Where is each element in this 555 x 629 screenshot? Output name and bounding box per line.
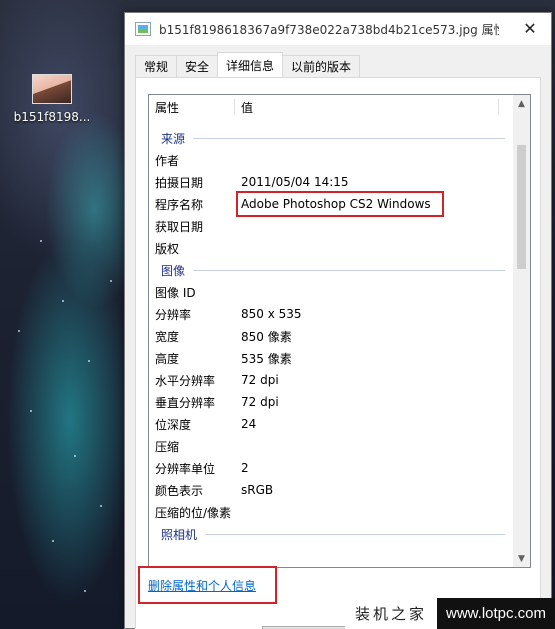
window-title: b151f8198618367a9f738e022a738bd4b21ce573… xyxy=(159,22,499,37)
desktop-file-label: b151f8198... xyxy=(13,110,91,124)
property-name: 作者 xyxy=(155,153,180,168)
property-value: 2 xyxy=(241,461,249,475)
group-header-image: 图像 xyxy=(149,259,515,281)
tab-strip: 常规 安全 详细信息 以前的版本 xyxy=(135,52,361,77)
title-bar[interactable]: b151f8198618367a9f738e022a738bd4b21ce573… xyxy=(125,13,551,45)
tab-previous-versions[interactable]: 以前的版本 xyxy=(282,55,361,77)
property-value: 535 像素 xyxy=(241,351,292,366)
property-value: 850 x 535 xyxy=(241,307,302,321)
properties-window: b151f8198618367a9f738e022a738bd4b21ce573… xyxy=(124,12,552,629)
details-panel: 属性 值 来源 作者 拍摄日期 2011/05/04 14:15 程序名称 Ad… xyxy=(135,77,541,629)
property-value: 72 dpi xyxy=(241,395,279,409)
column-header-value[interactable]: 值 xyxy=(235,95,515,119)
property-name: 水平分辨率 xyxy=(155,373,216,388)
group-divider xyxy=(193,269,505,271)
image-thumbnail-icon xyxy=(32,74,72,104)
tab-security[interactable]: 安全 xyxy=(176,55,219,77)
property-row[interactable]: 压缩的位/像素 xyxy=(149,501,515,523)
property-name: 分辨率单位 xyxy=(155,461,216,476)
group-divider xyxy=(205,533,505,535)
property-row[interactable]: 版权 xyxy=(149,237,515,259)
watermark-url: www.lotpc.com xyxy=(437,598,555,629)
property-name: 压缩的位/像素 xyxy=(155,505,232,520)
property-name: 图像 ID xyxy=(155,285,196,300)
property-name: 压缩 xyxy=(155,439,180,454)
property-name: 版权 xyxy=(155,241,180,256)
desktop-file-icon[interactable]: b151f8198... xyxy=(10,74,94,124)
group-header-camera: 照相机 xyxy=(149,523,515,545)
property-row-program-name[interactable]: 程序名称 Adobe Photoshop CS2 Windows xyxy=(149,191,515,217)
group-label: 图像 xyxy=(161,263,186,278)
scrollbar-thumb[interactable] xyxy=(517,145,526,269)
group-divider xyxy=(193,137,505,139)
property-row[interactable]: 位深度 24 xyxy=(149,413,515,435)
property-rows: 来源 作者 拍摄日期 2011/05/04 14:15 程序名称 Adobe P… xyxy=(149,127,515,545)
property-row[interactable]: 高度 535 像素 xyxy=(149,347,515,369)
property-row[interactable]: 图像 ID xyxy=(149,281,515,303)
scroll-up-arrow-icon[interactable]: ▲ xyxy=(513,95,530,112)
property-name: 位深度 xyxy=(155,417,192,432)
property-row[interactable]: 压缩 xyxy=(149,435,515,457)
vertical-scrollbar[interactable]: ▲ ▼ xyxy=(513,95,530,567)
property-value: 850 像素 xyxy=(241,329,292,344)
column-header-property[interactable]: 属性 xyxy=(149,95,234,119)
property-row[interactable]: 分辨率 850 x 535 xyxy=(149,303,515,325)
property-value: 2011/05/04 14:15 xyxy=(241,175,349,189)
property-row[interactable]: 水平分辨率 72 dpi xyxy=(149,369,515,391)
property-row[interactable]: 拍摄日期 2011/05/04 14:15 xyxy=(149,171,515,193)
remove-properties-link[interactable]: 删除属性和个人信息 xyxy=(148,577,256,594)
group-header-source: 来源 xyxy=(149,127,515,149)
tab-details[interactable]: 详细信息 xyxy=(217,52,284,77)
property-name: 高度 xyxy=(155,351,180,366)
property-name: 分辨率 xyxy=(155,307,192,322)
property-name: 程序名称 xyxy=(155,197,204,212)
list-header: 属性 值 xyxy=(149,95,515,119)
property-name: 颜色表示 xyxy=(155,483,204,498)
property-name: 获取日期 xyxy=(155,219,204,234)
watermark-brand: 装机之家 xyxy=(345,598,438,629)
property-name: 宽度 xyxy=(155,329,180,344)
site-watermark: 装机之家 www.lotpc.com xyxy=(345,598,555,629)
property-value: 24 xyxy=(241,417,257,431)
property-row[interactable]: 作者 xyxy=(149,149,515,171)
property-row[interactable]: 垂直分辨率 72 dpi xyxy=(149,391,515,413)
tab-general[interactable]: 常规 xyxy=(135,55,178,77)
group-label: 照相机 xyxy=(161,527,198,542)
property-value: Adobe Photoshop CS2 Windows xyxy=(241,197,431,211)
property-name: 拍摄日期 xyxy=(155,175,204,190)
close-button[interactable]: ✕ xyxy=(509,13,551,43)
scroll-down-arrow-icon[interactable]: ▼ xyxy=(513,550,530,567)
image-file-icon xyxy=(135,22,151,36)
property-name: 垂直分辨率 xyxy=(155,395,216,410)
property-row[interactable]: 宽度 850 像素 xyxy=(149,325,515,347)
column-divider[interactable] xyxy=(498,99,499,115)
property-row[interactable]: 分辨率单位 2 xyxy=(149,457,515,479)
property-row[interactable]: 颜色表示 sRGB xyxy=(149,479,515,501)
property-list[interactable]: 属性 值 来源 作者 拍摄日期 2011/05/04 14:15 程序名称 Ad… xyxy=(148,94,531,568)
property-value: sRGB xyxy=(241,483,274,497)
property-value: 72 dpi xyxy=(241,373,279,387)
group-label: 来源 xyxy=(161,131,186,146)
property-row[interactable]: 获取日期 xyxy=(149,215,515,237)
